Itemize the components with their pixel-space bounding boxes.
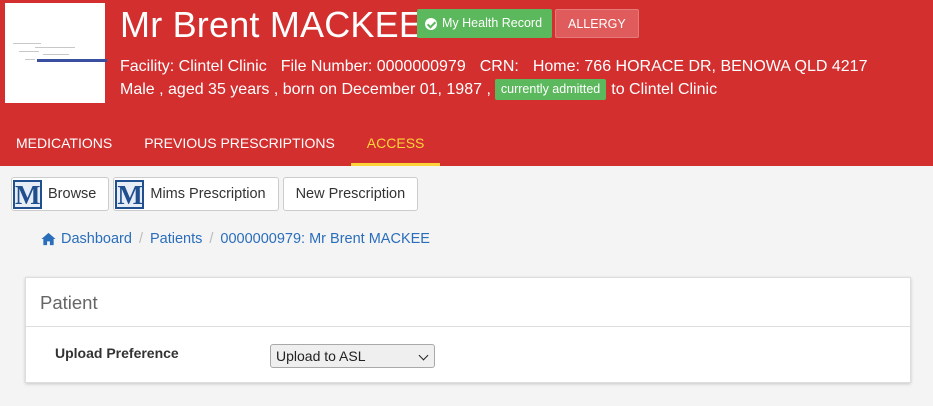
breadcrumb-separator: / (138, 231, 143, 247)
upload-preference-select[interactable]: Upload to ASL (270, 344, 435, 368)
home-icon (41, 232, 56, 246)
breadcrumb: Dashboard / Patients / 0000000979: Mr Br… (41, 229, 430, 249)
patient-header: Mr Brent MACKEE My Health Record ALLERGY… (0, 0, 933, 166)
breadcrumb-patients[interactable]: Patients (150, 229, 202, 249)
crn: CRN: (479, 58, 519, 75)
admission-status-badge: currently admitted (494, 79, 607, 100)
breadcrumb-current-patient[interactable]: 0000000979: Mr Brent MACKEE (220, 229, 430, 249)
patient-demographics-row: Male , aged 35 years , born on December … (120, 79, 717, 100)
toolbar: M Browse M Mims Prescription New Prescri… (11, 177, 419, 211)
check-circle-icon (425, 17, 437, 30)
patient-photo (5, 3, 107, 103)
facility: Facility: Clintel Clinic (120, 58, 267, 75)
upload-preference-label: Upload Preference (55, 345, 179, 361)
mims-logo-icon: M (13, 179, 42, 210)
file-number: File Number: 0000000979 (280, 58, 466, 75)
chevron-down-icon (418, 350, 429, 361)
mims-prescription-button[interactable]: M Mims Prescription (113, 177, 279, 211)
browse-button[interactable]: M Browse (11, 177, 110, 211)
admission-facility: to Clintel Clinic (611, 80, 718, 98)
my-health-record-badge[interactable]: My Health Record (417, 9, 553, 38)
browse-label: Browse (48, 186, 97, 202)
patient-details: Facility: Clintel Clinic File Number: 000… (120, 57, 867, 77)
allergy-badge[interactable]: ALLERGY (555, 9, 639, 38)
new-prescription-button[interactable]: New Prescription (282, 177, 419, 211)
home-address: Home: 766 HORACE DR, BENOWA QLD 4217 (532, 58, 868, 75)
patient-tabs: MEDICATIONS PREVIOUS PRESCRIPTIONS ACCES… (0, 120, 441, 166)
my-health-record-label: My Health Record (442, 16, 543, 30)
upload-preference-value: Upload to ASL (276, 348, 366, 364)
panel-title: Patient (26, 278, 910, 327)
patient-name: Mr Brent MACKEE (120, 4, 424, 45)
demographics: Male , aged 35 years , born on December … (120, 80, 491, 98)
breadcrumb-separator: / (209, 231, 214, 247)
tab-access[interactable]: ACCESS (350, 120, 441, 166)
mims-prescription-label: Mims Prescription (150, 186, 266, 202)
mims-logo-icon: M (115, 179, 145, 210)
patient-panel: Patient Upload Preference Upload to ASL (25, 277, 911, 383)
breadcrumb-dashboard[interactable]: Dashboard (61, 229, 132, 249)
tab-medications[interactable]: MEDICATIONS (0, 120, 128, 166)
tab-previous-prescriptions[interactable]: PREVIOUS PRESCRIPTIONS (128, 120, 351, 166)
